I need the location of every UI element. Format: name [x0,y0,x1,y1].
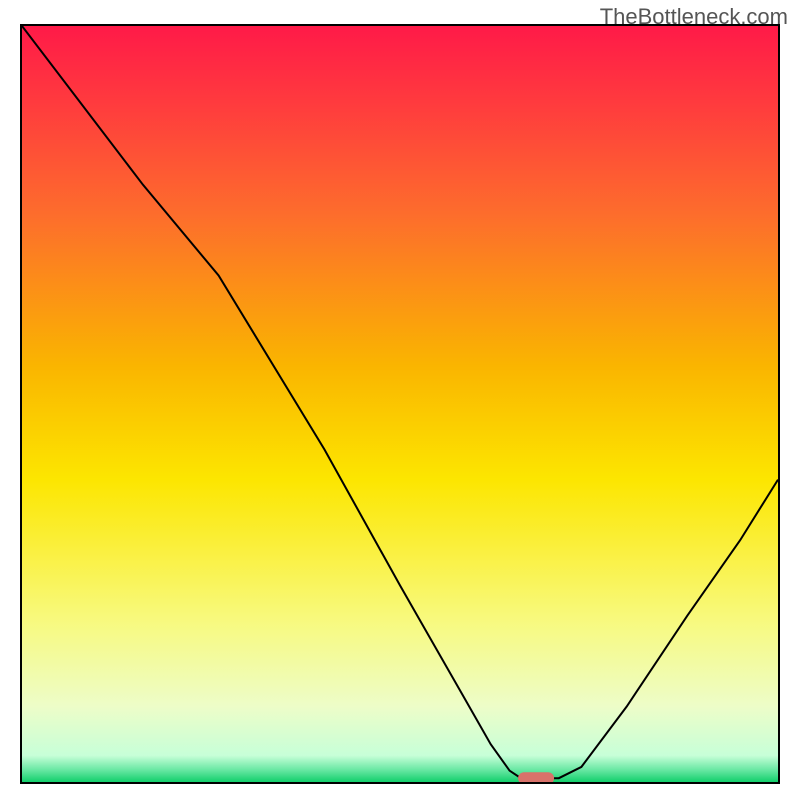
gradient-background [22,26,778,782]
chart-canvas [22,26,778,782]
curve-marker [518,772,554,782]
watermark-text: TheBottleneck.com [600,4,788,30]
